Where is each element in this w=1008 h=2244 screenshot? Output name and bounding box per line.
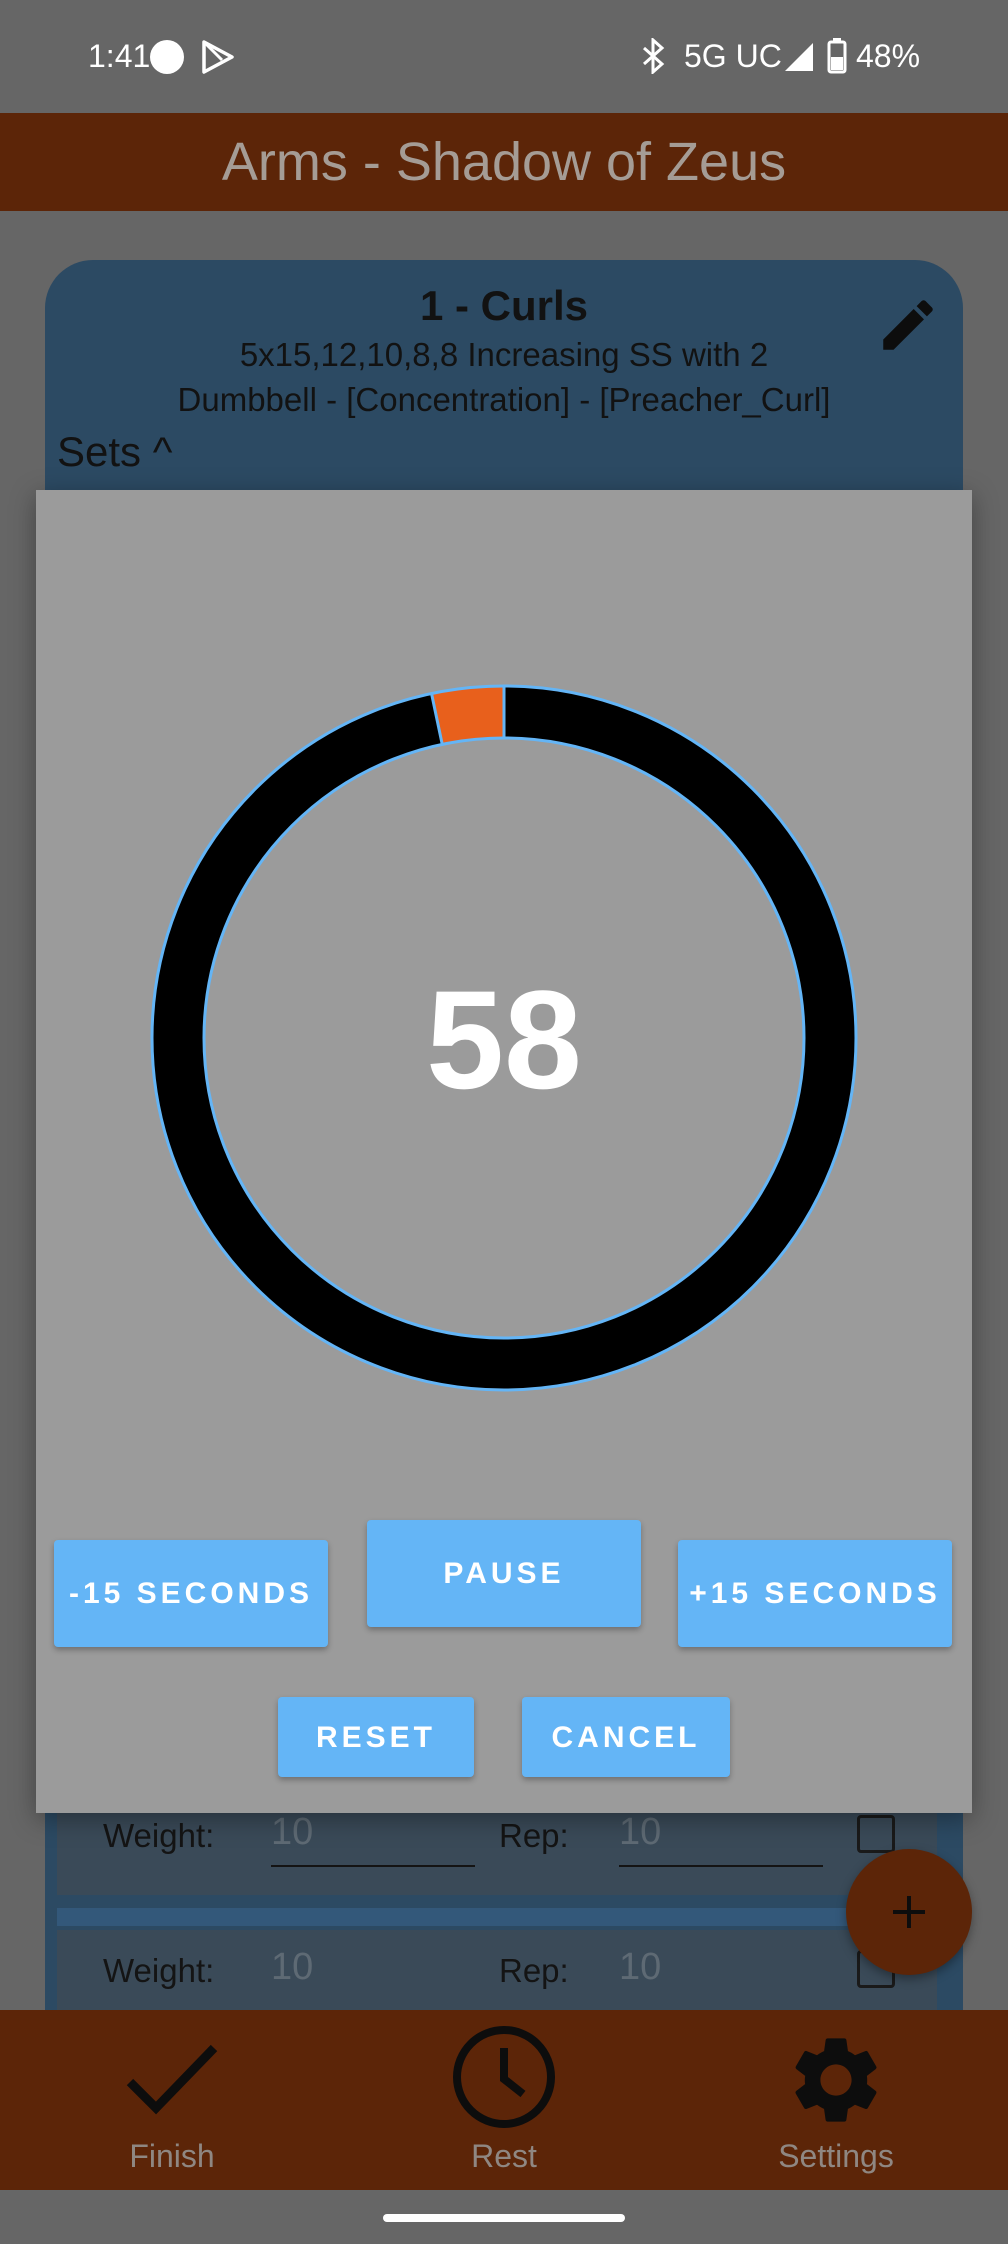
weight-label: Weight: bbox=[103, 1952, 215, 1989]
bluetooth-icon bbox=[643, 38, 665, 74]
home-indicator[interactable] bbox=[383, 2214, 625, 2222]
timer-ring-progress bbox=[431, 686, 505, 745]
rest-timer-dialog: 58 -15 SECONDS PAUSE +15 SECONDS RESET C… bbox=[36, 490, 972, 1813]
rep-input[interactable]: 10 bbox=[619, 1811, 661, 1854]
pause-button[interactable]: PAUSE bbox=[367, 1520, 641, 1627]
bottom-navigation: Finish Rest Settings bbox=[0, 2010, 1008, 2190]
rep-input[interactable]: 10 bbox=[619, 1946, 661, 1989]
nav-settings-label: Settings bbox=[778, 2138, 894, 2174]
exercise-title: 1 - Curls bbox=[419, 282, 589, 329]
rep-label: Rep: bbox=[499, 1817, 569, 1854]
notification-dot-icon bbox=[150, 40, 184, 74]
signal-icon bbox=[785, 43, 813, 71]
clock-icon bbox=[453, 2026, 555, 2128]
reset-button[interactable]: RESET bbox=[278, 1697, 474, 1777]
weight-underline bbox=[271, 1865, 475, 1867]
nav-rest[interactable]: Rest bbox=[384, 2010, 624, 2190]
rep-underline bbox=[619, 1865, 823, 1867]
app-bar: Arms - Shadow of Zeus bbox=[0, 113, 1008, 211]
timer-count: 58 bbox=[426, 961, 582, 1118]
status-time: 1:41 bbox=[88, 38, 151, 74]
plus-icon bbox=[893, 1896, 925, 1928]
network-type: 5G UC bbox=[684, 38, 782, 74]
add-fab-button[interactable] bbox=[846, 1849, 972, 1975]
cancel-button[interactable]: CANCEL bbox=[522, 1697, 730, 1777]
nav-finish[interactable]: Finish bbox=[52, 2010, 292, 2190]
row-divider bbox=[57, 1908, 937, 1926]
weight-label: Weight: bbox=[103, 1817, 215, 1854]
weight-input[interactable]: 10 bbox=[271, 1811, 313, 1854]
weight-input[interactable]: 10 bbox=[271, 1946, 313, 1989]
exercise-scheme: 5x15,12,10,8,8 Increasing SS with 2 bbox=[239, 336, 769, 373]
pencil-icon[interactable] bbox=[875, 292, 941, 358]
nav-rest-label: Rest bbox=[471, 2138, 537, 2174]
set-complete-checkbox[interactable] bbox=[857, 1815, 895, 1853]
nav-finish-label: Finish bbox=[129, 2138, 215, 2174]
play-store-icon bbox=[202, 40, 234, 74]
exercise-equipment: Dumbbell - [Concentration] - [Preacher_C… bbox=[177, 381, 831, 418]
gear-icon bbox=[795, 2038, 877, 2122]
sets-toggle[interactable]: Sets ^ bbox=[57, 428, 172, 476]
status-bar: 1:41 5G UC 48% bbox=[0, 0, 1008, 113]
plus-15-seconds-button[interactable]: +15 SECONDS bbox=[678, 1540, 952, 1647]
checkmark-icon bbox=[126, 2044, 218, 2115]
battery-percent: 48% bbox=[856, 38, 921, 74]
nav-settings[interactable]: Settings bbox=[716, 2010, 956, 2190]
battery-icon bbox=[827, 38, 847, 74]
rep-label: Rep: bbox=[499, 1952, 569, 1989]
minus-15-seconds-button[interactable]: -15 SECONDS bbox=[54, 1540, 328, 1647]
workout-title: Arms - Shadow of Zeus bbox=[221, 132, 787, 192]
